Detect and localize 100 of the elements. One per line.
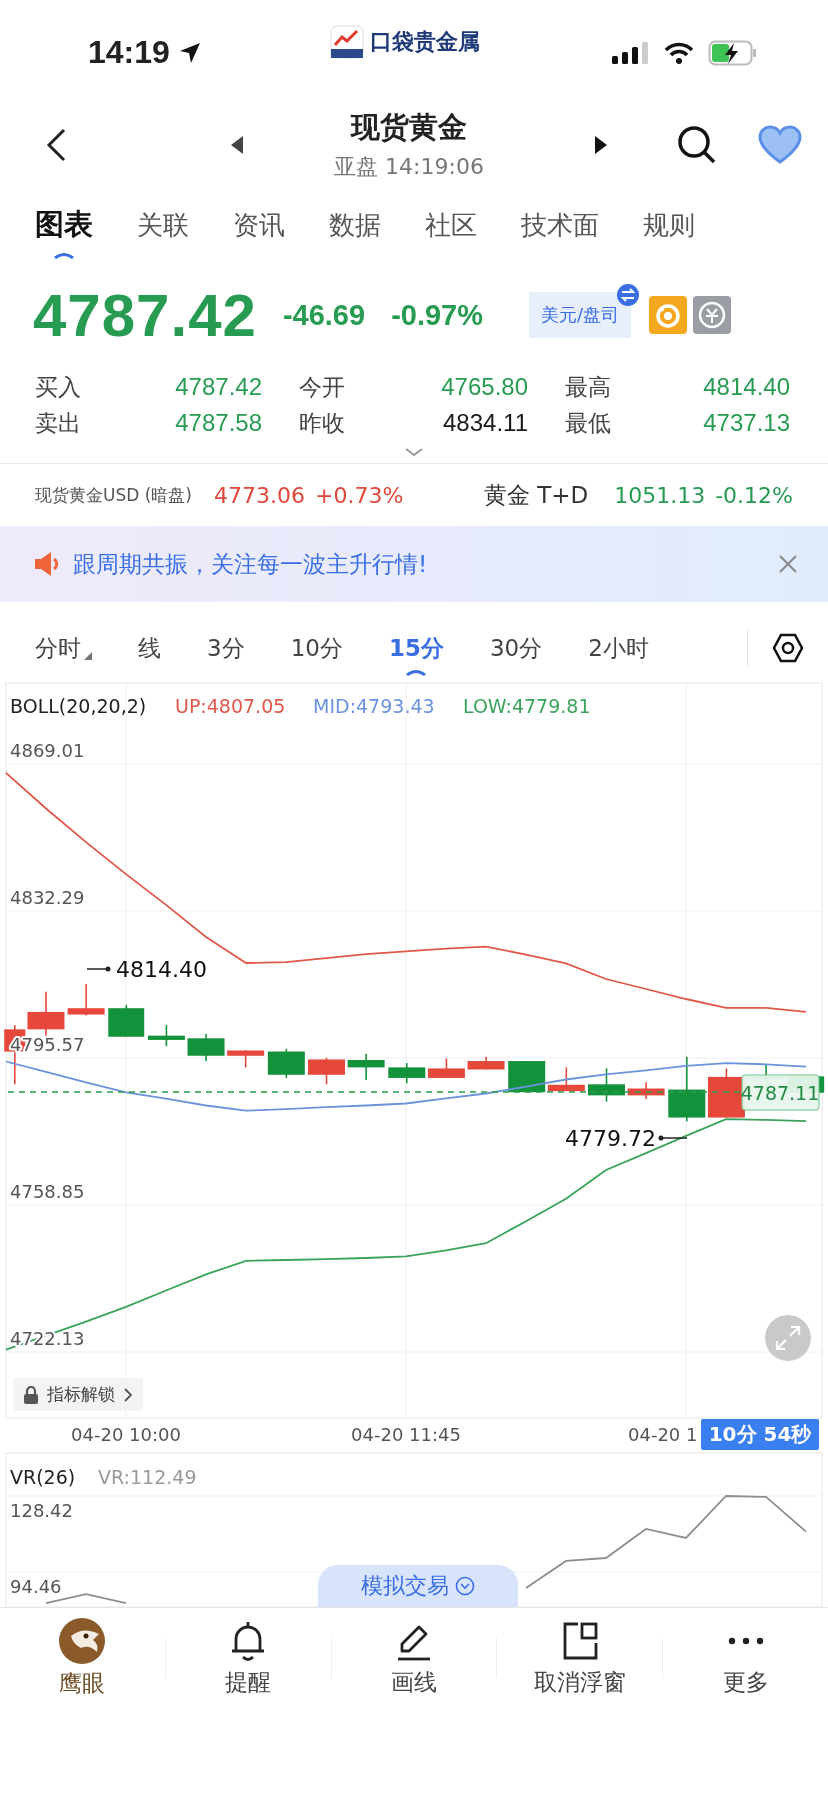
ticker-name[interactable]: 现货黄金USD (暗盘): [35, 483, 192, 507]
indicator-unlock-button[interactable]: 指标解锁: [13, 1378, 143, 1411]
chevron-right-icon: [123, 1386, 133, 1403]
tab[interactable]: 规则: [643, 207, 695, 243]
axis-label: 4869.01: [10, 740, 85, 761]
time-axis-label: 04-20 11:45: [351, 1424, 461, 1445]
tab[interactable]: 社区: [425, 207, 477, 243]
candle-countdown: 10分 54秒: [701, 1419, 819, 1450]
selected-indicator: [405, 667, 428, 676]
candle: [547, 1066, 585, 1092]
speaker-icon: [33, 550, 61, 578]
toolbar-button[interactable]: 提醒: [165, 1612, 331, 1704]
candle: [467, 1056, 505, 1071]
currency-unit-button[interactable]: 美元/盘司: [529, 292, 632, 338]
low-price-marker: 4779.72: [565, 1126, 656, 1151]
chevron-down-icon: [455, 1576, 475, 1596]
ticker-change: -0.12%: [715, 482, 793, 508]
stat-value: 4765.80: [441, 373, 528, 401]
stat-label: 买入: [35, 372, 81, 402]
session-time: 亚盘 14:19:06: [334, 153, 484, 181]
simulated-trading-tab[interactable]: 模拟交易: [318, 1565, 518, 1607]
period-tab[interactable]: 15分: [388, 632, 444, 664]
time-axis-label: 04-20 10:00: [71, 1424, 181, 1445]
expand-chevron-icon[interactable]: [404, 447, 424, 457]
toolbar-button[interactable]: 取消浮窗: [497, 1612, 663, 1704]
wifi-icon: [664, 41, 694, 64]
period-tab[interactable]: 2小时: [588, 632, 649, 664]
ticker-name[interactable]: 黄金 T+D: [483, 479, 589, 511]
logo-icon: [330, 25, 364, 59]
tab[interactable]: 数据: [329, 207, 381, 243]
time-axis-label: 04-20 1: [628, 1424, 698, 1445]
next-icon[interactable]: [594, 135, 608, 155]
page-title: 现货黄金: [351, 109, 467, 146]
tab[interactable]: 关联: [137, 207, 189, 243]
stat-value: 4787.58: [175, 409, 262, 437]
candle: [668, 1056, 706, 1123]
period-tab[interactable]: 30分: [489, 632, 543, 664]
toolbar-button[interactable]: 鹰眼: [0, 1612, 165, 1704]
candle: [347, 1052, 385, 1081]
period-tab[interactable]: 线: [138, 632, 161, 664]
axis-label: 94.46: [10, 1576, 62, 1597]
favorite-icon[interactable]: [758, 125, 802, 165]
leader-line: [86, 966, 111, 972]
stat-label: 卖出: [35, 408, 81, 438]
legend-label: UP:4807.05: [175, 695, 286, 717]
candle: [108, 1004, 145, 1038]
candle: [388, 1062, 426, 1084]
banner-text: 跟周期共振，关注每一波主升行情!: [73, 549, 428, 579]
status-time: 14:19: [88, 34, 170, 71]
tab[interactable]: 图表: [35, 205, 93, 245]
settings-icon[interactable]: [772, 632, 804, 664]
toolbar-button[interactable]: 更多: [663, 1612, 828, 1704]
more-icon: [727, 1636, 764, 1645]
price-change: -46.69: [282, 298, 366, 332]
tab[interactable]: 技术面: [521, 207, 599, 243]
legend-label: LOW:4779.81: [463, 695, 591, 717]
close-icon[interactable]: [778, 554, 798, 574]
price-change-percent: -0.97%: [391, 298, 483, 332]
stat-label: 最高: [565, 372, 611, 402]
candle: [427, 1057, 465, 1079]
candle: [627, 1081, 665, 1100]
candle: [508, 1060, 546, 1093]
signal-icon: [612, 41, 650, 64]
legend-label: VR:112.49: [98, 1466, 197, 1488]
fullscreen-button[interactable]: [765, 1315, 811, 1361]
app-logo: 口袋贵金属: [370, 28, 480, 56]
battery-icon: [708, 39, 758, 66]
legend-label: MID:4793.43: [313, 695, 435, 717]
ticker-change: +0.73%: [315, 482, 404, 508]
candle: [588, 1067, 625, 1103]
last-price: 4787.42: [33, 280, 257, 350]
back-icon[interactable]: [44, 127, 68, 163]
toolbar-button[interactable]: 画线: [331, 1612, 497, 1704]
ticker-price: 1051.13: [614, 482, 706, 508]
tab[interactable]: 资讯: [233, 207, 285, 243]
candle: [147, 1024, 185, 1048]
selected-indicator: [53, 251, 75, 259]
period-tab[interactable]: 3分: [207, 632, 245, 664]
indicator-name: VR(26): [10, 1466, 76, 1488]
promo-banner[interactable]: 跟周期共振，关注每一波主升行情!: [0, 526, 828, 602]
previous-icon[interactable]: [230, 135, 244, 155]
candle: [227, 1049, 265, 1069]
candle: [187, 1033, 225, 1062]
stat-value: 4737.13: [703, 409, 790, 437]
lock-icon: [23, 1385, 39, 1404]
period-tab[interactable]: 分时: [35, 632, 92, 664]
axis-label: 4832.29: [10, 887, 85, 908]
period-tab[interactable]: 10分: [290, 632, 343, 664]
axis-label: 128.42: [10, 1500, 73, 1521]
swap-icon: [617, 284, 640, 306]
search-icon[interactable]: [676, 124, 718, 166]
axis-label: 4758.85: [10, 1181, 85, 1202]
stat-value: 4834.11: [443, 409, 528, 437]
high-price-marker: 4814.40: [116, 957, 207, 982]
ticker-price: 4773.06: [214, 482, 305, 508]
stat-value: 4814.40: [703, 373, 790, 401]
stat-value: 4787.42: [175, 373, 262, 401]
stat-label: 今开: [299, 372, 345, 402]
leader-line: [658, 1135, 688, 1141]
stat-label: 最低: [565, 408, 611, 438]
